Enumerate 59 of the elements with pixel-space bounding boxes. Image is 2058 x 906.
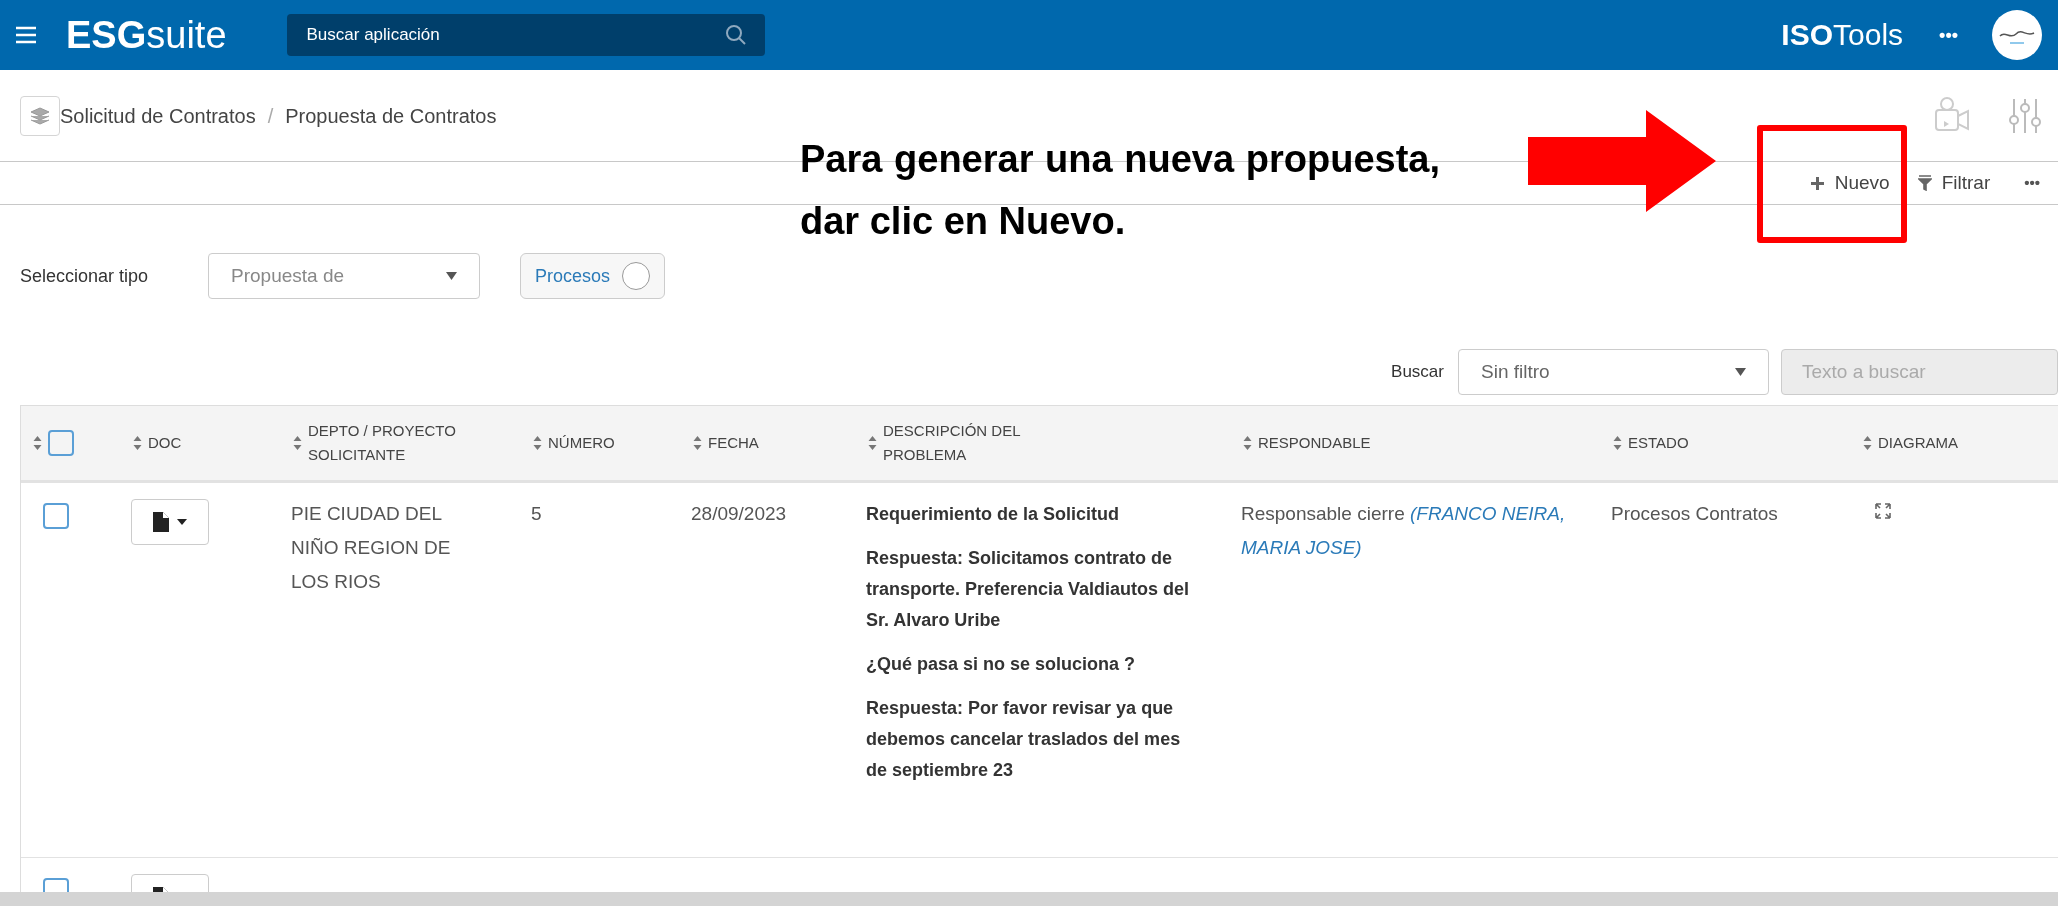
description-paragraph: Requerimiento de la Solicitud <box>866 503 1121 526</box>
table-cell-text: Responsable cierre (FRANCO NEIRA, MARIA JOSE) <box>1241 502 1567 560</box>
sort-icon[interactable] <box>693 435 702 451</box>
filter-dropdown[interactable]: Sin filtro <box>1458 349 1769 395</box>
sort-icon[interactable] <box>1613 435 1622 451</box>
filter-icon <box>1917 175 1932 191</box>
search-field[interactable]: Texto a buscar <box>1781 349 2058 395</box>
arrow-icon <box>1528 110 1716 212</box>
field-label: Seleccionar tipo <box>20 264 150 288</box>
horizontal-scrollbar[interactable] <box>0 892 2058 906</box>
sort-icon[interactable] <box>293 435 302 451</box>
brand-logo: ISOTools <box>1781 20 1904 50</box>
column-header[interactable]: NÚMERO <box>548 431 615 455</box>
expand-icon[interactable] <box>1875 503 1891 519</box>
row-checkbox[interactable] <box>43 503 69 529</box>
app-logo[interactable]: ESGsuite <box>66 16 227 54</box>
sort-icon[interactable] <box>868 435 877 451</box>
column-header[interactable]: ESTADO <box>1628 431 1689 455</box>
column-header[interactable]: FECHA <box>708 431 759 455</box>
table-cell-text: 28/09/2023 <box>691 502 788 526</box>
more-button[interactable]: ••• <box>2024 171 2040 195</box>
sort-icon[interactable] <box>533 435 542 451</box>
plus-icon <box>1809 175 1825 191</box>
instruction-text: Para generar una nueva propuesta, dar clic en Nuevo. <box>800 137 1440 244</box>
sort-icon[interactable] <box>1863 435 1872 451</box>
breadcrumb-link[interactable]: Solicitud de Contratos <box>60 100 256 131</box>
column-header[interactable]: DEPTO / PROYECTO SOLICITANTE <box>308 419 458 467</box>
document-icon <box>153 512 169 532</box>
column-header[interactable]: RESPONDABLE <box>1258 431 1371 455</box>
new-button[interactable]: Nuevo <box>1809 168 1890 198</box>
column-header[interactable]: DESCRIPCIÓN DEL PROBLEMA <box>883 419 1033 467</box>
sort-icon[interactable] <box>133 435 142 451</box>
column-header[interactable]: DOC <box>148 431 182 455</box>
caret-icon <box>1735 368 1746 376</box>
table-cell-text: Procesos Contratos <box>1611 502 1779 526</box>
table-cell-text: 5 <box>531 502 543 526</box>
toggle-button[interactable]: Procesos <box>520 253 666 299</box>
document-menu-button[interactable] <box>131 499 209 545</box>
description-paragraph: Respuesta: Solicitamos contrato de transporte. Preferencia Valdiautos del Sr. Alvaro Uribe <box>866 547 1191 632</box>
caret-icon <box>177 519 187 525</box>
description-paragraph: ¿Qué pasa si no se soluciona ? <box>866 653 1137 676</box>
more-button[interactable]: ••• <box>1939 21 1958 49</box>
filter-button[interactable]: Filtrar <box>1917 168 1991 198</box>
avatar-icon[interactable] <box>1992 10 2042 60</box>
type-dropdown[interactable]: Propuesta de <box>208 253 480 299</box>
sort-icon[interactable] <box>33 435 42 451</box>
sort-icon[interactable] <box>1243 435 1252 451</box>
select-all-checkbox[interactable] <box>48 430 74 456</box>
search-field[interactable]: Buscar aplicación <box>286 14 765 56</box>
search-icon[interactable] <box>724 24 747 46</box>
breadcrumb-link[interactable]: Propuesta de Contratos <box>285 100 497 131</box>
table-cell-text: PIE CIUDAD DEL NIÑO REGION DE LOS RIOS <box>291 502 452 594</box>
breadcrumb-separator: / <box>267 103 274 129</box>
menu-icon[interactable] <box>14 25 38 45</box>
description-paragraph: Respuesta: Por favor revisar ya que debemos cancelar traslados del mes de septiembre 23 <box>866 697 1182 782</box>
column-header[interactable]: DIAGRAMA <box>1878 431 1958 455</box>
caret-icon <box>446 272 457 280</box>
field-label: Buscar <box>1391 361 1444 384</box>
layers-icon[interactable] <box>20 95 60 136</box>
